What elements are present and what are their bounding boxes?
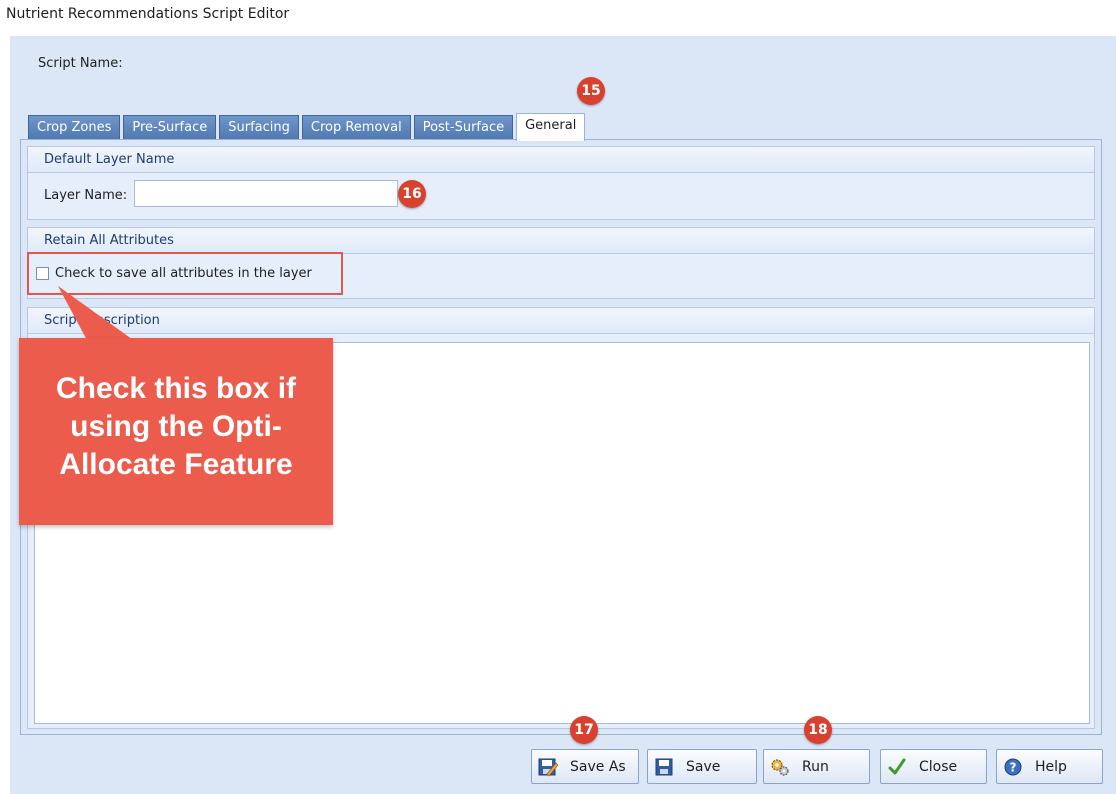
checkbox-highlight-box — [27, 252, 343, 295]
close-label: Close — [919, 758, 958, 775]
tab-pre-surface[interactable]: Pre-Surface — [123, 115, 217, 140]
floppy-disk-icon — [654, 757, 674, 777]
tab-strip: Crop Zones Pre-Surface Surfacing Crop Re… — [28, 113, 588, 141]
svg-text:?: ? — [1010, 760, 1017, 774]
gears-icon — [770, 757, 790, 777]
save-button[interactable]: Save — [647, 749, 757, 784]
help-icon: ? — [1003, 757, 1023, 777]
help-label: Help — [1035, 758, 1067, 775]
default-layer-group: Default Layer Name Layer Name: — [27, 146, 1095, 220]
badge-15: 15 — [577, 77, 605, 105]
tab-surfacing[interactable]: Surfacing — [219, 115, 299, 140]
tab-general[interactable]: General — [516, 113, 586, 141]
tab-crop-zones[interactable]: Crop Zones — [28, 115, 121, 140]
save-label: Save — [686, 758, 721, 775]
save-as-label: Save As — [570, 758, 626, 775]
callout-line-3: Allocate Feature — [59, 448, 293, 481]
tab-crop-removal[interactable]: Crop Removal — [301, 115, 411, 140]
help-button[interactable]: ? Help — [996, 749, 1103, 784]
save-as-button[interactable]: Save As — [531, 749, 639, 784]
checkmark-icon — [887, 757, 907, 777]
script-description-header: Script Description — [28, 308, 1094, 334]
close-button[interactable]: Close — [880, 749, 987, 784]
script-name-label: Script Name: — [38, 56, 123, 71]
window-title: Nutrient Recommendations Script Editor — [6, 6, 290, 22]
retain-attributes-header: Retain All Attributes — [28, 228, 1094, 254]
run-button[interactable]: Run — [763, 749, 870, 784]
callout-line-2: using the Opti- — [70, 410, 282, 443]
layer-name-label: Layer Name: — [44, 188, 128, 203]
callout-line-1: Check this box if — [55, 372, 297, 405]
badge-17: 17 — [570, 716, 598, 744]
default-layer-header: Default Layer Name — [28, 147, 1094, 173]
layer-name-input[interactable] — [134, 180, 398, 207]
tab-post-surface[interactable]: Post-Surface — [413, 115, 514, 140]
callout-box: Check this box if using the Opti- Alloca… — [19, 338, 333, 525]
badge-16: 16 — [398, 180, 426, 208]
badge-18: 18 — [804, 716, 832, 744]
run-label: Run — [802, 758, 829, 775]
save-as-icon — [538, 757, 558, 777]
